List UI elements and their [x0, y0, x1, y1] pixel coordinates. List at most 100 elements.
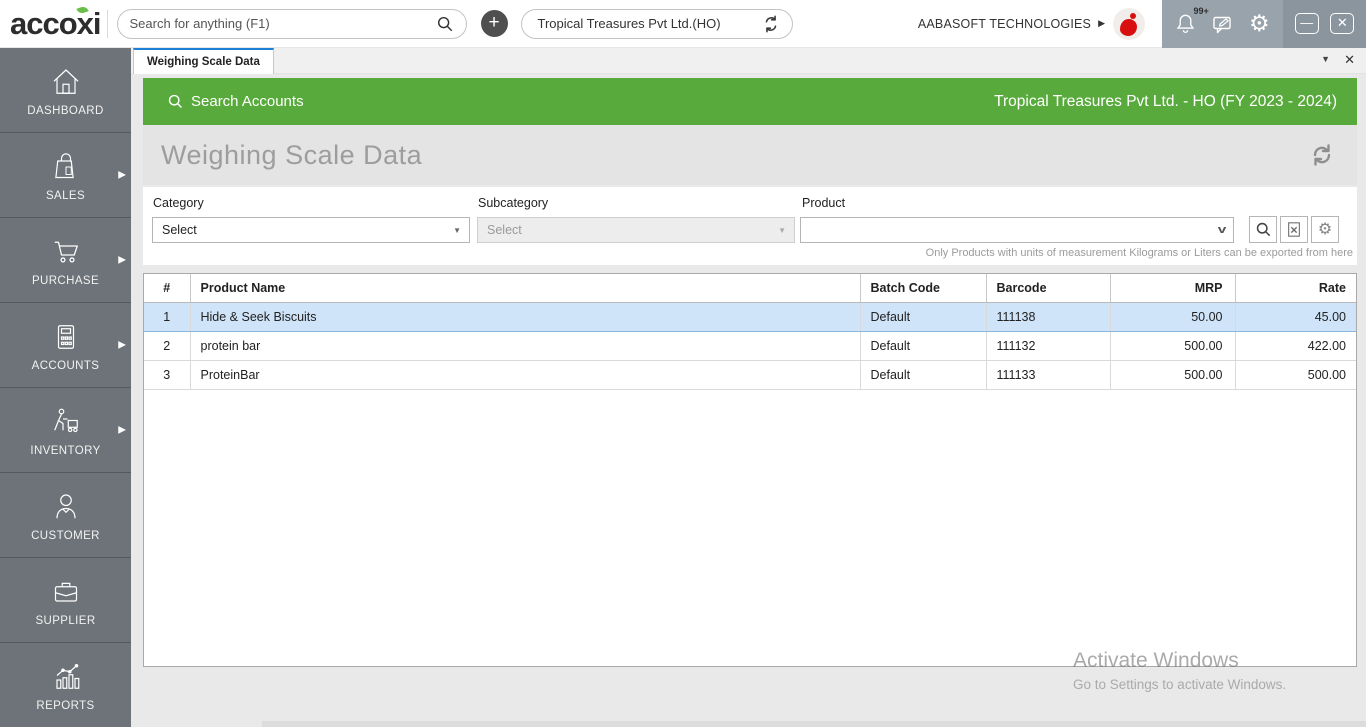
product-search-button[interactable]: [1249, 216, 1277, 243]
cell-mrp: 500.00: [1110, 332, 1235, 361]
messages-button[interactable]: [1210, 11, 1236, 37]
cell-product-name: Hide & Seek Biscuits: [190, 303, 860, 332]
sidebar-item-label: ACCOUNTS: [32, 360, 100, 372]
notifications-button[interactable]: 99+: [1173, 11, 1199, 37]
active-company-info: Tropical Treasures Pvt Ltd. - HO (FY 202…: [994, 93, 1337, 111]
sidebar-item-label: SUPPLIER: [35, 615, 95, 627]
sidebar-item-label: PURCHASE: [32, 275, 99, 287]
table-header-row: # Product Name Batch Code Barcode MRP Ra…: [144, 274, 1357, 303]
inventory-trolley-icon: [45, 404, 87, 440]
shopping-cart-icon: [45, 234, 87, 270]
tab-list-dropdown-icon[interactable]: ▼: [1321, 54, 1330, 64]
filter-panel: Category Select ▼ Subcategory Select ▼ P…: [143, 187, 1357, 265]
col-header-product-name[interactable]: Product Name: [190, 274, 860, 303]
settings-button[interactable]: ⚙: [1246, 11, 1272, 37]
sidebar-item-customer[interactable]: CUSTOMER: [0, 473, 131, 558]
chevron-right-icon: ▶: [118, 340, 126, 351]
tab-bar: Weighing Scale Data ▼ ✕: [131, 48, 1366, 74]
cell-num: 2: [144, 332, 190, 361]
global-search-input[interactable]: [130, 16, 436, 31]
bar-chart-icon: [46, 659, 86, 695]
col-header-barcode[interactable]: Barcode: [986, 274, 1110, 303]
subcategory-select: Select ▼: [477, 217, 795, 243]
chevron-right-icon: ▶: [118, 255, 126, 266]
col-header-rate[interactable]: Rate: [1235, 274, 1357, 303]
page-title: Weighing Scale Data: [161, 140, 422, 171]
account-name[interactable]: AABASOFT TECHNOLOGIES: [918, 17, 1091, 31]
table-row[interactable]: 3 ProteinBar Default 111133 500.00 500.0…: [144, 361, 1357, 390]
dropdown-arrow-icon: ▼: [778, 226, 786, 235]
col-header-mrp[interactable]: MRP: [1110, 274, 1235, 303]
tab-label: Weighing Scale Data: [147, 56, 260, 68]
gear-icon: ⚙: [1249, 12, 1270, 35]
cell-batch-code: Default: [860, 332, 986, 361]
tab-close-icon[interactable]: ✕: [1344, 52, 1355, 68]
logo-divider: [107, 10, 108, 38]
company-selector-label: Tropical Treasures Pvt Ltd.(HO): [538, 16, 762, 31]
minimize-button[interactable]: —: [1295, 13, 1319, 34]
table-body: 1 Hide & Seek Biscuits Default 111138 50…: [144, 303, 1357, 390]
home-icon: [46, 64, 86, 100]
product-label: Product: [802, 196, 845, 210]
cell-barcode: 111133: [986, 361, 1110, 390]
col-header-num[interactable]: #: [144, 274, 190, 303]
add-new-button[interactable]: +: [481, 10, 508, 37]
accoxi-logo: accoxi: [10, 0, 101, 48]
module-header-bar: Search Accounts Tropical Treasures Pvt L…: [143, 78, 1357, 125]
notification-badge: 99+: [1193, 6, 1208, 16]
excel-export-button[interactable]: [1280, 216, 1308, 243]
cell-barcode: 111138: [986, 303, 1110, 332]
sidebar-item-supplier[interactable]: SUPPLIER: [0, 558, 131, 643]
tab-weighing-scale-data[interactable]: Weighing Scale Data: [133, 48, 274, 74]
excel-file-icon: [1286, 221, 1302, 238]
products-table: # Product Name Batch Code Barcode MRP Ra…: [144, 274, 1357, 390]
cell-product-name: protein bar: [190, 332, 860, 361]
cell-mrp: 500.00: [1110, 361, 1235, 390]
sidebar-item-purchase[interactable]: PURCHASE ▶: [0, 218, 131, 303]
sidebar-item-reports[interactable]: REPORTS: [0, 643, 131, 727]
cell-num: 1: [144, 303, 190, 332]
cell-batch-code: Default: [860, 303, 986, 332]
subcategory-value: Select: [487, 223, 522, 237]
category-value: Select: [162, 223, 197, 237]
cell-rate: 500.00: [1235, 361, 1357, 390]
search-icon[interactable]: [436, 15, 454, 33]
sidebar-item-sales[interactable]: SALES ▶: [0, 133, 131, 218]
switch-company-icon[interactable]: [762, 15, 780, 33]
page-title-bar: Weighing Scale Data: [143, 125, 1357, 185]
top-bar: accoxi + Tropical Treasures Pvt Ltd.(HO)…: [0, 0, 1366, 48]
panel-area: Search Accounts Tropical Treasures Pvt L…: [143, 74, 1357, 667]
footer-bar: Powered by Accoxi - 2.0.13 © 2018-2024 F…: [262, 721, 1366, 727]
search-icon: [167, 93, 184, 110]
cell-batch-code: Default: [860, 361, 986, 390]
gear-icon: ⚙: [1318, 222, 1332, 238]
user-avatar[interactable]: [1113, 8, 1145, 40]
dropdown-arrow-icon: ▼: [453, 226, 461, 235]
category-select[interactable]: Select ▼: [152, 217, 470, 243]
table-row[interactable]: 2 protein bar Default 111132 500.00 422.…: [144, 332, 1357, 361]
sidebar-nav: DASHBOARD SALES ▶ PURCHASE ▶ ACCOUNTS ▶ …: [0, 48, 131, 727]
search-icon: [1255, 221, 1272, 238]
sidebar-item-label: INVENTORY: [30, 445, 100, 457]
col-header-batch-code[interactable]: Batch Code: [860, 274, 986, 303]
combo-chevron-icon: v: [1218, 224, 1227, 236]
global-search[interactable]: [117, 9, 467, 39]
cell-num: 3: [144, 361, 190, 390]
calculator-icon: [46, 319, 86, 355]
refresh-button[interactable]: [1307, 140, 1337, 170]
search-accounts-button[interactable]: Search Accounts: [167, 93, 304, 110]
window-controls: — ✕: [1283, 0, 1366, 48]
sidebar-item-inventory[interactable]: INVENTORY ▶: [0, 388, 131, 473]
sidebar-item-dashboard[interactable]: DASHBOARD: [0, 48, 131, 133]
table-row[interactable]: 1 Hide & Seek Biscuits Default 111138 50…: [144, 303, 1357, 332]
export-note: Only Products with units of measurement …: [926, 247, 1353, 259]
sidebar-item-accounts[interactable]: ACCOUNTS ▶: [0, 303, 131, 388]
close-button[interactable]: ✕: [1330, 13, 1354, 34]
product-combo[interactable]: v: [800, 217, 1234, 243]
export-settings-button[interactable]: ⚙: [1311, 216, 1339, 243]
cell-mrp: 50.00: [1110, 303, 1235, 332]
refresh-icon: [1307, 140, 1337, 170]
company-selector[interactable]: Tropical Treasures Pvt Ltd.(HO): [521, 9, 793, 39]
cell-rate: 45.00: [1235, 303, 1357, 332]
subcategory-label: Subcategory: [478, 196, 548, 210]
